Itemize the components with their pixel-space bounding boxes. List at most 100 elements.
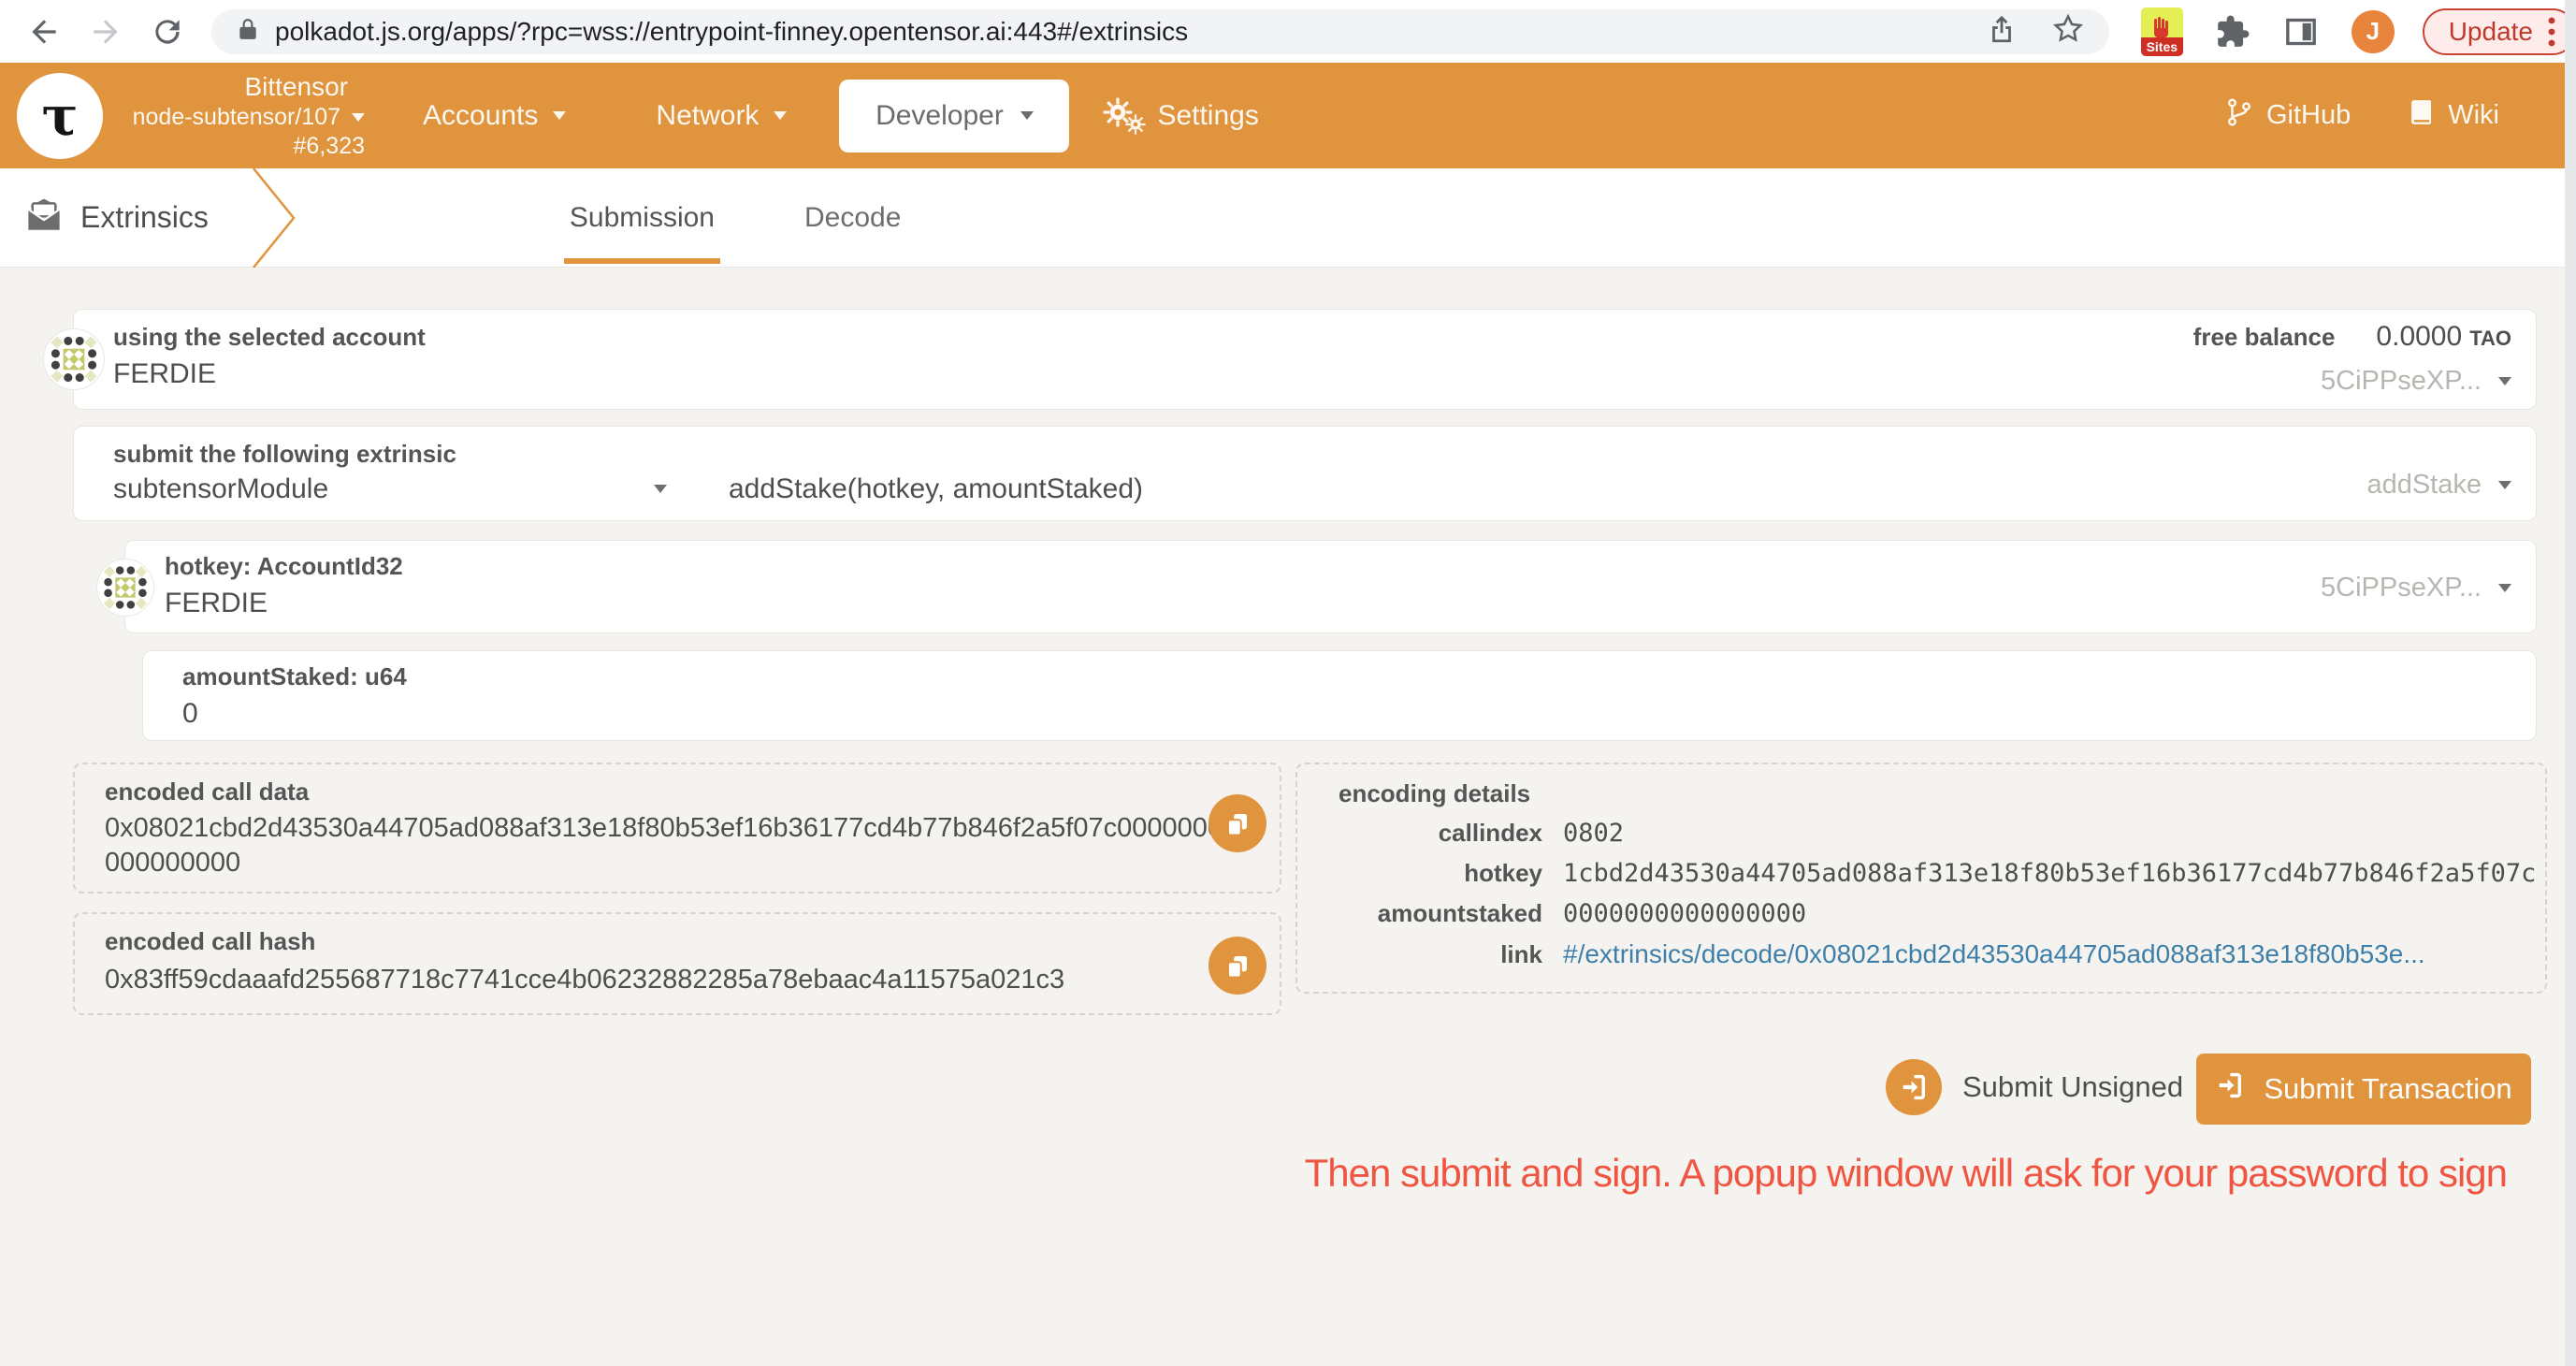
method-short: addStake bbox=[2366, 470, 2482, 501]
callindex-label: callindex bbox=[1339, 819, 1542, 848]
github-link[interactable]: GitHub bbox=[2225, 96, 2351, 136]
chain-info[interactable]: Bittensor node-subtensor/107 #6,323 bbox=[120, 70, 365, 162]
account-address-short: 5CiPPseXP... bbox=[2321, 366, 2482, 397]
encoding-row-hotkey: hotkey 1cbd2d43530a44705ad088af313e18f80… bbox=[1339, 859, 2523, 899]
hotkey-hex-label: hotkey bbox=[1339, 859, 1542, 888]
kebab-menu-icon[interactable] bbox=[2548, 16, 2555, 48]
free-balance-label: free balance bbox=[2193, 323, 2336, 352]
tutorial-annotation: Then submit and sign. A popup window wil… bbox=[1305, 1151, 2507, 1196]
nav-network[interactable]: Network bbox=[656, 100, 787, 132]
encoding-details-card: encoding details callindex 0802 hotkey 1… bbox=[1295, 763, 2547, 994]
tab-submission-label: Submission bbox=[570, 202, 715, 234]
sites-extension-icon[interactable]: Sites bbox=[2141, 7, 2184, 56]
amountstaked-hex-value: 0000000000000000 bbox=[1563, 899, 1806, 928]
hotkey-name[interactable]: FERDIE bbox=[165, 588, 268, 619]
nav-developer-label: Developer bbox=[876, 100, 1004, 132]
encoding-row-amountstaked: amountstaked 0000000000000000 bbox=[1339, 899, 2523, 939]
encoded-call-data-label: encoded call data bbox=[105, 777, 309, 807]
module-select[interactable]: subtensorModule bbox=[113, 473, 328, 505]
amountstaked-hex-label: amountstaked bbox=[1339, 899, 1542, 928]
extrinsics-envelope-icon bbox=[24, 196, 64, 240]
nav-settings-label: Settings bbox=[1157, 100, 1258, 132]
encoded-call-hash-label: encoded call hash bbox=[105, 927, 315, 956]
nav-network-label: Network bbox=[656, 100, 759, 132]
forward-icon[interactable] bbox=[88, 14, 123, 50]
hotkey-identicon[interactable] bbox=[96, 559, 154, 621]
section-divider-chevron bbox=[251, 168, 297, 272]
encoded-call-data-card: encoded call data 0x08021cbd2d43530a4470… bbox=[73, 763, 1281, 894]
lock-icon bbox=[236, 17, 260, 46]
decode-link[interactable]: #/extrinsics/decode/0x08021cbd2d43530a44… bbox=[1563, 939, 2425, 969]
screen: polkadot.js.org/apps/?rpc=wss://entrypoi… bbox=[0, 0, 2576, 1366]
copy-call-data-button[interactable] bbox=[1208, 794, 1266, 852]
chain-name: Bittensor bbox=[245, 70, 349, 103]
account-address-dropdown[interactable]: 5CiPPseXP... bbox=[2193, 366, 2511, 397]
reload-icon[interactable] bbox=[150, 14, 185, 50]
sign-in-icon bbox=[1886, 1059, 1942, 1115]
amount-label: amountStaked: u64 bbox=[182, 662, 407, 691]
method-dropdown[interactable]: addStake bbox=[2366, 470, 2511, 501]
update-label: Update bbox=[2449, 17, 2533, 47]
chevron-down-icon[interactable] bbox=[654, 485, 667, 493]
hotkey-card: hotkey: AccountId32 FERDIE 5CiPPseXP... bbox=[124, 540, 2537, 633]
tab-bar: Extrinsics Submission Decode bbox=[0, 168, 2576, 268]
submit-transaction-label: Submit Transaction bbox=[2264, 1072, 2511, 1106]
extensions-puzzle-icon[interactable] bbox=[2215, 14, 2250, 50]
gears-icon bbox=[1103, 97, 1146, 135]
account-label: using the selected account bbox=[113, 323, 426, 352]
block-number: #6,323 bbox=[294, 132, 365, 161]
scrollbar[interactable] bbox=[2565, 0, 2576, 1366]
chevron-down-icon bbox=[2498, 377, 2511, 385]
back-icon[interactable] bbox=[26, 14, 62, 50]
nav-accounts-label: Accounts bbox=[423, 100, 538, 132]
chevron-down-icon bbox=[1020, 111, 1034, 120]
encoding-details-title: encoding details bbox=[1339, 779, 1530, 808]
encoded-call-hash-card: encoded call hash 0x83ff59cdaaafd2556877… bbox=[73, 912, 1281, 1015]
browser-update-button[interactable]: Update bbox=[2423, 8, 2576, 55]
submit-unsigned-label: Submit Unsigned bbox=[1962, 1070, 2183, 1104]
hotkey-label: hotkey: AccountId32 bbox=[165, 552, 403, 581]
account-name[interactable]: FERDIE bbox=[113, 358, 216, 390]
wiki-label: Wiki bbox=[2448, 100, 2499, 131]
hotkey-address-dropdown[interactable]: 5CiPPseXP... bbox=[2321, 573, 2511, 603]
book-icon bbox=[2409, 97, 2435, 135]
copy-icon bbox=[1223, 809, 1252, 837]
wiki-link[interactable]: Wiki bbox=[2409, 97, 2499, 135]
encoded-call-data-value: 0x08021cbd2d43530a44705ad088af313e18f80b… bbox=[105, 811, 1232, 880]
method-signature[interactable]: addStake(hotkey, amountStaked) bbox=[729, 473, 1143, 505]
url-bar[interactable]: polkadot.js.org/apps/?rpc=wss://entrypoi… bbox=[211, 9, 2109, 54]
git-branch-icon bbox=[2225, 96, 2253, 136]
account-identicon[interactable] bbox=[43, 328, 105, 395]
hotkey-hex-value: 1cbd2d43530a44705ad088af313e18f80b53ef16… bbox=[1563, 859, 2536, 888]
callindex-value: 0802 bbox=[1563, 819, 1624, 848]
tab-submission[interactable]: Submission bbox=[564, 168, 720, 267]
tau-icon: τ bbox=[41, 89, 78, 143]
amount-input[interactable]: 0 bbox=[182, 698, 198, 730]
app-header: τ Bittensor node-subtensor/107 #6,323 Ac… bbox=[0, 63, 2576, 168]
bittensor-logo[interactable]: τ bbox=[17, 73, 103, 159]
sign-in-icon bbox=[2215, 1070, 2245, 1108]
nav-developer[interactable]: Developer bbox=[839, 80, 1069, 153]
submit-unsigned-button[interactable]: Submit Unsigned bbox=[1886, 1059, 2183, 1115]
copy-call-hash-button[interactable] bbox=[1208, 937, 1266, 995]
chevron-down-icon bbox=[352, 113, 365, 122]
share-icon[interactable] bbox=[1986, 13, 2018, 50]
tab-decode[interactable]: Decode bbox=[799, 168, 906, 267]
encoding-row-callindex: callindex 0802 bbox=[1339, 819, 2523, 859]
page-title: Extrinsics bbox=[80, 200, 209, 235]
bookmark-star-icon[interactable] bbox=[2051, 12, 2085, 51]
extrinsic-card: submit the following extrinsic subtensor… bbox=[73, 426, 2537, 521]
browser-profile-avatar[interactable]: J bbox=[2352, 10, 2395, 53]
account-card: using the selected account FERDIE free b… bbox=[73, 309, 2537, 410]
extrinsic-label: submit the following extrinsic bbox=[113, 440, 456, 469]
copy-icon bbox=[1223, 952, 1252, 980]
nav-settings[interactable]: Settings bbox=[1103, 97, 1258, 135]
url-text[interactable]: polkadot.js.org/apps/?rpc=wss://entrypoi… bbox=[275, 17, 1188, 47]
chevron-down-icon bbox=[2498, 481, 2511, 489]
link-label: link bbox=[1339, 940, 1542, 969]
submit-transaction-button[interactable]: Submit Transaction bbox=[2196, 1054, 2531, 1125]
nav-accounts[interactable]: Accounts bbox=[423, 100, 566, 132]
chevron-down-icon bbox=[553, 111, 566, 120]
side-panel-icon[interactable] bbox=[2282, 13, 2320, 51]
chevron-down-icon bbox=[774, 111, 787, 120]
